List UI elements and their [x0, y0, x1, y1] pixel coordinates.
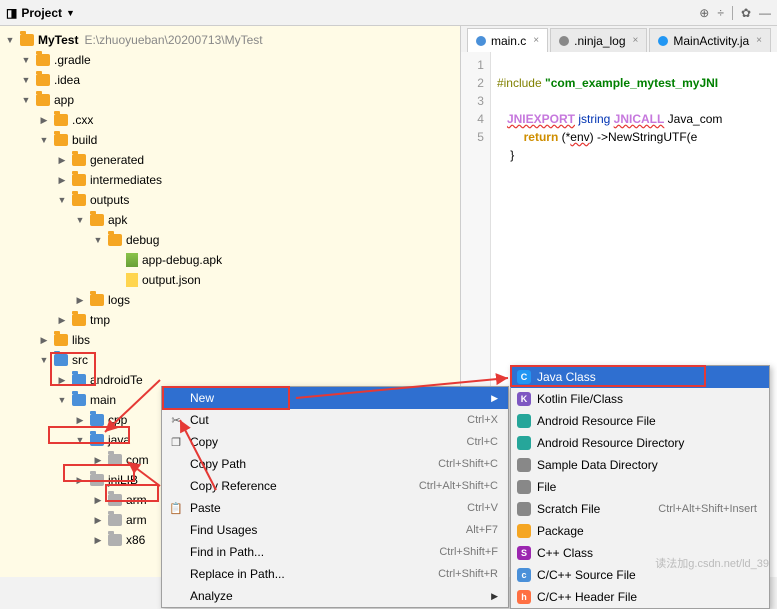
- tree-node-build[interactable]: build: [0, 130, 460, 150]
- tree-node-outputs[interactable]: outputs: [0, 190, 460, 210]
- tree-node-debug[interactable]: debug: [0, 230, 460, 250]
- ctx-new[interactable]: New▶: [162, 387, 508, 409]
- target-icon[interactable]: ⊕: [699, 6, 709, 20]
- tree-node-app-debug.apk[interactable]: app-debug.apk: [0, 250, 460, 270]
- ctx-copy-reference[interactable]: Copy ReferenceCtrl+Alt+Shift+C: [162, 475, 508, 497]
- ctx-copy[interactable]: ❐CopyCtrl+C: [162, 431, 508, 453]
- tree-node-src[interactable]: src: [0, 350, 460, 370]
- context-menu[interactable]: New▶✂CutCtrl+X❐CopyCtrl+CCopy PathCtrl+S…: [161, 386, 509, 608]
- project-label: Project: [21, 6, 62, 20]
- submenu-package[interactable]: Package: [511, 520, 769, 542]
- submenu-c-c-header-file[interactable]: hC/C++ Header File: [511, 586, 769, 608]
- ctx-analyze[interactable]: Analyze▶: [162, 585, 508, 607]
- tab-.ninja_log[interactable]: .ninja_log×: [550, 28, 647, 52]
- hide-icon[interactable]: —: [759, 6, 771, 20]
- submenu-scratch-file[interactable]: Scratch FileCtrl+Alt+Shift+Insert: [511, 498, 769, 520]
- submenu-java-class[interactable]: CJava Class: [511, 366, 769, 388]
- tree-node-logs[interactable]: logs: [0, 290, 460, 310]
- divider-icon: ÷: [717, 6, 724, 20]
- tree-node-.gradle[interactable]: .gradle: [0, 50, 460, 70]
- close-icon[interactable]: ×: [633, 35, 639, 46]
- gear-icon[interactable]: ✿: [741, 6, 751, 20]
- tree-node-generated[interactable]: generated: [0, 150, 460, 170]
- ctx-copy-path[interactable]: Copy PathCtrl+Shift+C: [162, 453, 508, 475]
- editor-tabs: main.c×.ninja_log×MainActivity.ja×: [461, 26, 777, 52]
- project-view-selector[interactable]: ◨ Project ▼: [6, 6, 75, 20]
- watermark: 读法加g.csdn.net/ld_39: [655, 555, 769, 571]
- tab-MainActivity.ja[interactable]: MainActivity.ja×: [649, 28, 771, 52]
- ctx-cut[interactable]: ✂CutCtrl+X: [162, 409, 508, 431]
- tree-node-apk[interactable]: apk: [0, 210, 460, 230]
- tab-main.c[interactable]: main.c×: [467, 28, 548, 52]
- project-name: MyTest: [38, 33, 78, 47]
- toolbar-icons: ⊕ ÷ ✿ —: [699, 6, 771, 20]
- project-root[interactable]: MyTest E:\zhuoyueban\20200713\MyTest: [0, 30, 460, 50]
- submenu-kotlin-file-class[interactable]: KKotlin File/Class: [511, 388, 769, 410]
- ctx-paste[interactable]: 📋PasteCtrl+V: [162, 497, 508, 519]
- project-path: E:\zhuoyueban\20200713\MyTest: [84, 33, 262, 47]
- tree-node-libs[interactable]: libs: [0, 330, 460, 350]
- submenu-sample-data-directory[interactable]: Sample Data Directory: [511, 454, 769, 476]
- submenu-android-resource-file[interactable]: Android Resource File: [511, 410, 769, 432]
- submenu-android-resource-directory[interactable]: Android Resource Directory: [511, 432, 769, 454]
- new-submenu[interactable]: CJava ClassKKotlin File/ClassAndroid Res…: [510, 365, 770, 609]
- ctx-find-usages[interactable]: Find UsagesAlt+F7: [162, 519, 508, 541]
- ctx-replace-in-path-[interactable]: Replace in Path...Ctrl+Shift+R: [162, 563, 508, 585]
- ctx-find-in-path-[interactable]: Find in Path...Ctrl+Shift+F: [162, 541, 508, 563]
- project-tool-header: ◨ Project ▼ ⊕ ÷ ✿ —: [0, 0, 777, 26]
- tree-node-app[interactable]: app: [0, 90, 460, 110]
- tree-node-intermediates[interactable]: intermediates: [0, 170, 460, 190]
- close-icon[interactable]: ×: [756, 35, 762, 46]
- tree-node-tmp[interactable]: tmp: [0, 310, 460, 330]
- tree-node-.idea[interactable]: .idea: [0, 70, 460, 90]
- submenu-file[interactable]: File: [511, 476, 769, 498]
- tree-node-.cxx[interactable]: .cxx: [0, 110, 460, 130]
- tree-node-output.json[interactable]: output.json: [0, 270, 460, 290]
- close-icon[interactable]: ×: [533, 35, 539, 46]
